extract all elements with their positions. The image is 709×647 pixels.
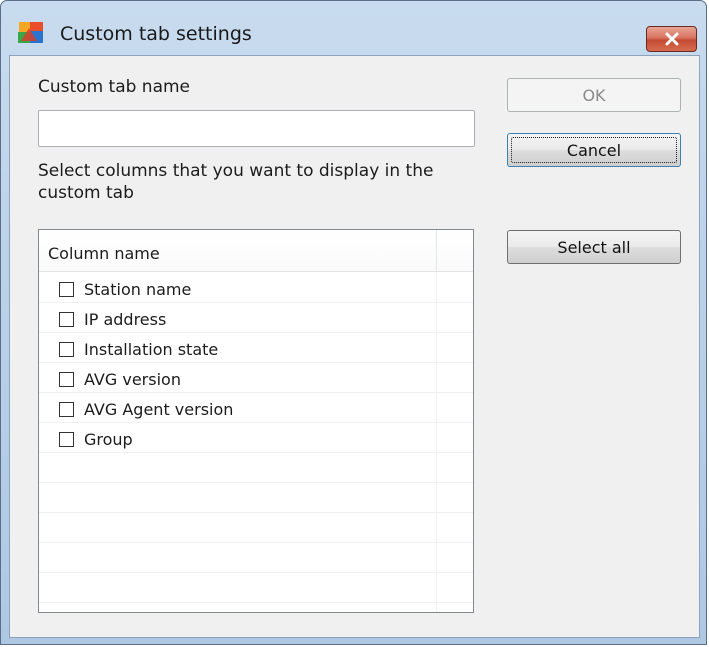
window-title: Custom tab settings (60, 23, 252, 45)
list-item-label: AVG Agent version (84, 399, 234, 419)
list-item-label: Installation state (84, 339, 219, 359)
header-divider (436, 230, 437, 271)
select-all-button[interactable]: Select all (507, 230, 681, 264)
columns-instruction-line2: custom tab (38, 183, 134, 203)
title-bar[interactable]: Custom tab settings (1, 1, 706, 52)
row-divider (39, 512, 473, 513)
row-divider (39, 482, 473, 483)
focus-indicator (511, 137, 677, 163)
list-item-label: IP address (84, 309, 167, 329)
close-button[interactable] (646, 26, 697, 52)
checkbox[interactable] (59, 401, 74, 417)
custom-tab-name-label: Custom tab name (38, 77, 191, 97)
list-item-avg-version[interactable]: AVG version (59, 365, 181, 393)
avg-logo-icon (18, 22, 44, 44)
close-icon (664, 32, 680, 46)
checkbox[interactable] (59, 281, 74, 297)
cancel-button[interactable]: Cancel (507, 133, 681, 167)
row-divider (39, 572, 473, 573)
dialog-body: Custom tab name Select columns that you … (9, 55, 700, 638)
list-item-station-name[interactable]: Station name (59, 275, 191, 303)
checkbox[interactable] (59, 371, 74, 387)
list-item-group[interactable]: Group (59, 425, 133, 453)
columns-instruction-line1: Select columns that you want to display … (38, 161, 434, 181)
list-item-label: AVG version (84, 369, 181, 389)
list-item-ip-address[interactable]: IP address (59, 305, 166, 333)
custom-tab-name-input[interactable] (38, 110, 475, 147)
row-divider (39, 602, 473, 603)
checkbox[interactable] (59, 431, 74, 447)
column-list-header[interactable]: Column name (39, 230, 473, 272)
list-item-label: Station name (84, 279, 192, 299)
ok-button[interactable]: OK (507, 78, 681, 112)
list-item-avg-agent-version[interactable]: AVG Agent version (59, 395, 233, 423)
list-item-label: Group (84, 429, 133, 449)
checkbox[interactable] (59, 341, 74, 357)
column-list[interactable]: Column name Station name IP address Inst… (38, 229, 474, 613)
list-item-installation-state[interactable]: Installation state (59, 335, 218, 363)
grid-divider (436, 272, 437, 612)
dialog-window: Custom tab settings Custom tab name Sele… (0, 0, 707, 645)
column-name-header: Column name (48, 244, 160, 263)
checkbox[interactable] (59, 311, 74, 327)
row-divider (39, 542, 473, 543)
